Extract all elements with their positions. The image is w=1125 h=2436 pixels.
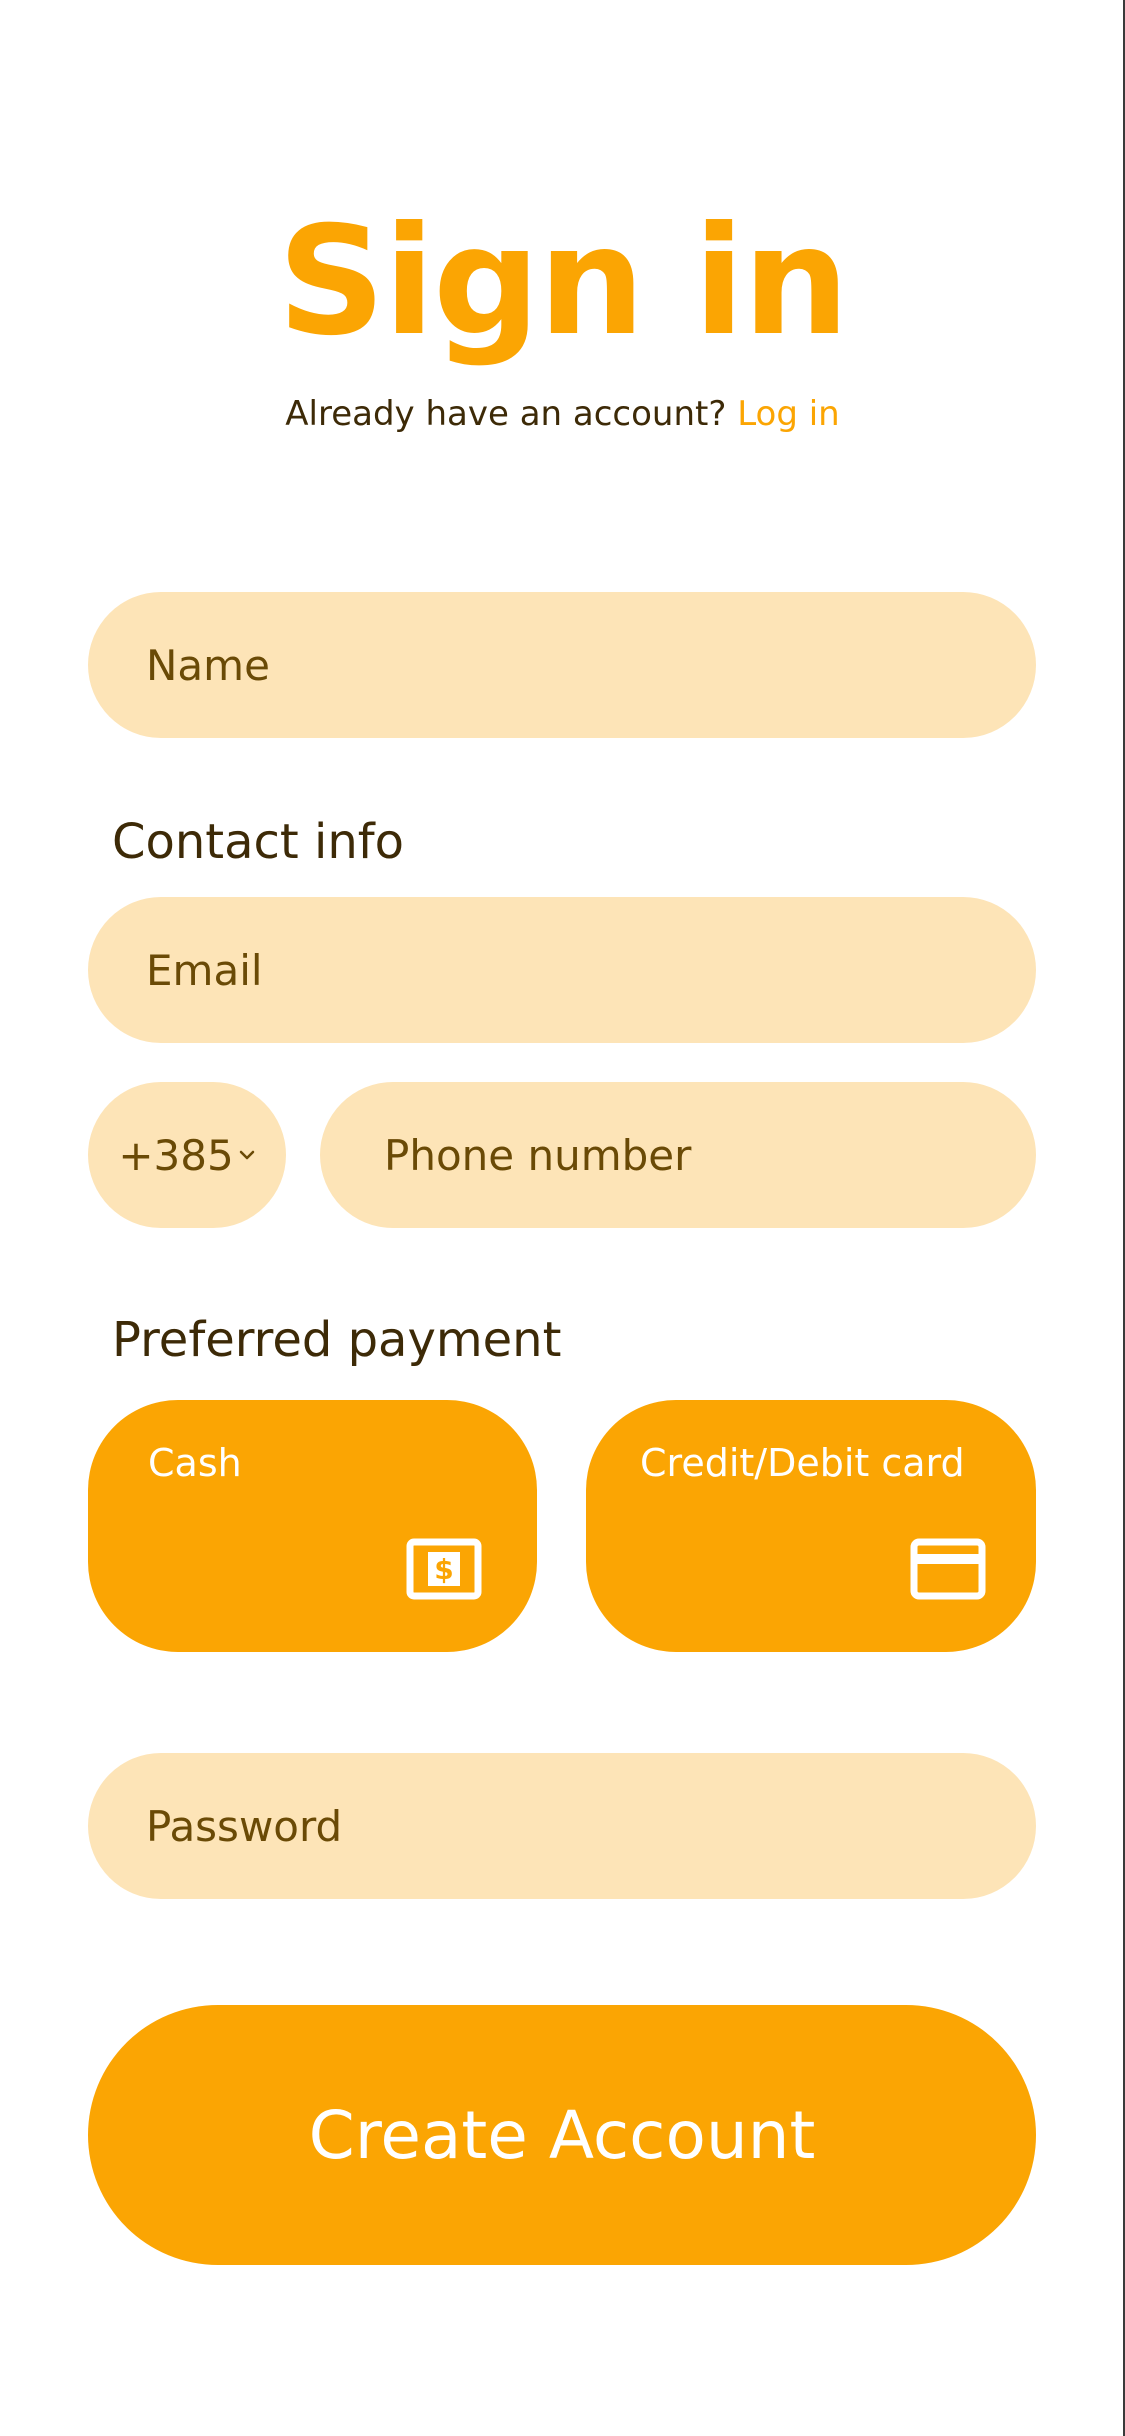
svg-text:$: $ (434, 1553, 453, 1586)
country-code-select[interactable]: +385 (88, 1082, 286, 1228)
login-link[interactable]: Log in (737, 394, 840, 434)
cash-icon: $ (406, 1538, 482, 1604)
login-prompt: Already have an account? Log in (0, 392, 1125, 436)
password-field[interactable]: Password (88, 1753, 1036, 1899)
create-account-button[interactable]: Create Account (88, 2005, 1036, 2265)
name-placeholder: Name (146, 640, 270, 690)
chevron-down-icon (238, 1149, 256, 1161)
login-prompt-text: Already have an account? (285, 394, 727, 434)
password-placeholder: Password (146, 1801, 343, 1851)
credit-card-icon (910, 1538, 986, 1604)
credit-debit-card-label: Credit/Debit card (640, 1441, 965, 1485)
payment-option-card[interactable]: Credit/Debit card (586, 1400, 1036, 1652)
page-title: Sign in (277, 195, 849, 369)
country-code-value: +385 (118, 1130, 234, 1180)
cash-label: Cash (148, 1441, 242, 1485)
phone-number-field[interactable]: Phone number (320, 1082, 1036, 1228)
email-field[interactable]: Email (88, 897, 1036, 1043)
payment-option-cash[interactable]: Cash $ (88, 1400, 537, 1652)
preferred-payment-label: Preferred payment (112, 1312, 562, 1368)
email-placeholder: Email (146, 945, 263, 995)
create-account-label: Create Account (308, 2096, 816, 2174)
name-field[interactable]: Name (88, 592, 1036, 738)
phone-placeholder: Phone number (384, 1130, 692, 1180)
contact-info-label: Contact info (112, 814, 405, 870)
